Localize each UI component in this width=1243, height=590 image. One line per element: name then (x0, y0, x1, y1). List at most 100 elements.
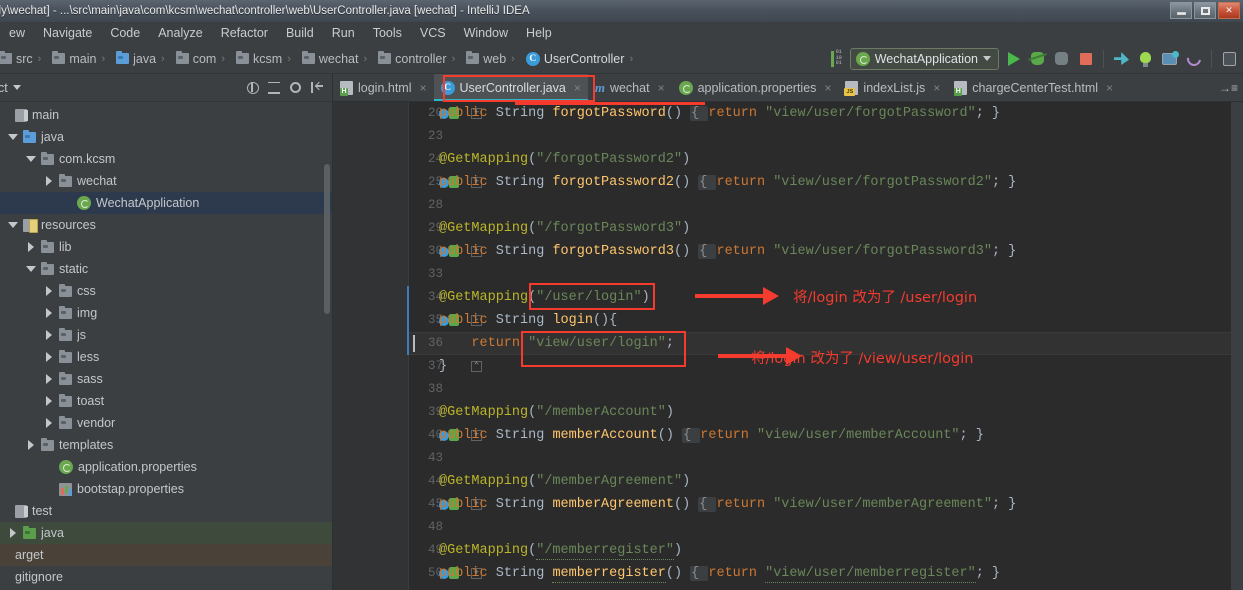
code-content[interactable]: 20 + public String forgotPassword() { retu… (409, 102, 1243, 590)
project-panel-title[interactable]: ct (0, 81, 21, 95)
update-project-icon[interactable] (1112, 49, 1131, 68)
breadcrumb-item-java[interactable]: java › (111, 50, 171, 68)
menu-item-build[interactable]: Build (277, 24, 323, 42)
editor-tab-usercontroller-java[interactable]: C UserController.java × (433, 74, 589, 101)
breadcrumb-item-web[interactable]: web › (461, 50, 521, 68)
editor-tab-chargecentertest-html[interactable]: chargeCenterTest.html × (947, 74, 1120, 101)
code-line-35[interactable]: 35- public String login(){ (409, 309, 1243, 332)
code-line-33[interactable]: 33 (409, 263, 1243, 286)
maximize-button[interactable] (1194, 2, 1216, 19)
tree-item-toast[interactable]: toast (0, 390, 332, 412)
tree-item-java[interactable]: java (0, 126, 332, 148)
code-line-25[interactable]: 25 + public String forgotPassword2() { ret… (409, 171, 1243, 194)
breadcrumb-item-main[interactable]: main › (47, 50, 111, 68)
code-line-38[interactable]: 38 (409, 378, 1243, 401)
editor-tab-application-properties[interactable]: application.properties × (672, 74, 839, 101)
menu-item-vcs[interactable]: VCS (411, 24, 455, 42)
coverage-icon[interactable] (1052, 49, 1071, 68)
tree-item-templates[interactable]: templates (0, 434, 332, 456)
chevron-right-icon[interactable] (44, 330, 54, 340)
code-line-43[interactable]: 43 (409, 447, 1243, 470)
locate-target-icon[interactable] (246, 81, 260, 95)
editor-tab-login-html[interactable]: login.html × (333, 74, 434, 101)
menu-item-navigate[interactable]: Navigate (34, 24, 101, 42)
close-tab-icon[interactable]: × (658, 82, 665, 94)
chevron-right-icon[interactable] (44, 176, 54, 186)
tree-item-resources[interactable]: resources (0, 214, 332, 236)
tree-item-vendor[interactable]: vendor (0, 412, 332, 434)
menu-item-refactor[interactable]: Refactor (212, 24, 277, 42)
menu-item-analyze[interactable]: Analyze (149, 24, 211, 42)
breadcrumb-item-wechat[interactable]: wechat › (297, 50, 373, 68)
chevron-right-icon[interactable] (26, 440, 36, 450)
tree-item-bootstap-properties[interactable]: bootstap.properties (0, 478, 332, 500)
run-icon[interactable] (1004, 49, 1023, 68)
editor-tab-indexlist-js[interactable]: indexList.js × (838, 74, 947, 101)
chevron-right-icon[interactable] (44, 286, 54, 296)
menu-item-code[interactable]: Code (101, 24, 149, 42)
breadcrumb-item-src[interactable]: src › (0, 50, 47, 68)
tree-item-application-properties[interactable]: application.properties (0, 456, 332, 478)
code-editor[interactable]: 20 + public String forgotPassword() { retu… (333, 102, 1243, 590)
menu-item-help[interactable]: Help (517, 24, 561, 42)
chevron-right-icon[interactable] (44, 352, 54, 362)
tree-item-gitignore[interactable]: gitignore (0, 566, 332, 588)
vcs-change-marker[interactable] (407, 286, 409, 355)
sidebar-scrollbar[interactable] (324, 164, 330, 314)
editor-gutter[interactable] (333, 102, 409, 590)
chevron-right-icon[interactable] (44, 418, 54, 428)
code-line-50[interactable]: 50 + public String memberregister() { retu… (409, 562, 1243, 585)
close-tab-icon[interactable]: × (574, 82, 581, 94)
hide-panel-icon[interactable] (309, 81, 323, 95)
tree-item-css[interactable]: css (0, 280, 332, 302)
code-line-29[interactable]: 29 @GetMapping("/forgotPassword3") (409, 217, 1243, 240)
code-line-30[interactable]: 30 + public String forgotPassword3() { ret… (409, 240, 1243, 263)
menu-item-view[interactable]: ew (0, 24, 34, 42)
code-line-28[interactable]: 28 (409, 194, 1243, 217)
tree-item-com-kcsm[interactable]: com.kcsm (0, 148, 332, 170)
menu-item-window[interactable]: Window (455, 24, 517, 42)
breadcrumb-item-com[interactable]: com › (171, 50, 231, 68)
tree-item-lib[interactable]: lib (0, 236, 332, 258)
chevron-down-icon[interactable] (8, 220, 18, 230)
code-line-49[interactable]: 49 @GetMapping("/memberregister") (409, 539, 1243, 562)
tree-item-less[interactable]: less (0, 346, 332, 368)
tree-item-test[interactable]: test (0, 500, 332, 522)
run-configuration-selector[interactable]: WechatApplication (849, 47, 999, 70)
code-line-44[interactable]: 44 @GetMapping("/memberAgreement") (409, 470, 1243, 493)
breadcrumb-item-controller[interactable]: controller › (373, 50, 461, 68)
code-line-40[interactable]: 40 + public String memberAccount() { retur… (409, 424, 1243, 447)
commit-icon[interactable] (1136, 49, 1155, 68)
collapse-all-icon[interactable] (267, 81, 281, 95)
tree-item-main[interactable]: main (0, 104, 332, 126)
chevron-down-icon[interactable] (26, 264, 36, 274)
stop-icon[interactable] (1076, 49, 1095, 68)
tree-item-sass[interactable]: sass (0, 368, 332, 390)
chevron-down-icon[interactable] (26, 154, 36, 164)
tree-item-wechatapplication[interactable]: WechatApplication (0, 192, 332, 214)
menu-item-run[interactable]: Run (323, 24, 364, 42)
code-fold-toggle[interactable]: ⌃ (471, 361, 482, 372)
close-tab-icon[interactable]: × (933, 82, 940, 94)
close-tab-icon[interactable]: × (824, 82, 831, 94)
chevron-right-icon[interactable] (44, 308, 54, 318)
menu-item-tools[interactable]: Tools (364, 24, 411, 42)
breadcrumb-item-usercontroller[interactable]: C UserController › (521, 50, 639, 68)
code-line-39[interactable]: 39 @GetMapping("/memberAccount") (409, 401, 1243, 424)
code-line-23[interactable]: 23 (409, 125, 1243, 148)
remote-desktop-icon[interactable] (1160, 49, 1179, 68)
tree-item-js[interactable]: js (0, 324, 332, 346)
database-icon[interactable] (1220, 49, 1239, 68)
settings-gear-icon[interactable] (288, 81, 302, 95)
code-line-24[interactable]: 24 @GetMapping("/forgotPassword2") (409, 148, 1243, 171)
code-line-20[interactable]: 20 + public String forgotPassword() { retu… (409, 102, 1243, 125)
breadcrumb-item-kcsm[interactable]: kcsm › (231, 50, 297, 68)
chevron-down-icon[interactable] (8, 132, 18, 142)
code-line-48[interactable]: 48 (409, 516, 1243, 539)
tree-item-java[interactable]: java (0, 522, 332, 544)
tree-item-static[interactable]: static (0, 258, 332, 280)
chevron-right-icon[interactable] (44, 396, 54, 406)
chevron-right-icon[interactable] (8, 528, 18, 538)
tree-item-arget[interactable]: arget (0, 544, 332, 566)
chevron-right-icon[interactable] (26, 242, 36, 252)
